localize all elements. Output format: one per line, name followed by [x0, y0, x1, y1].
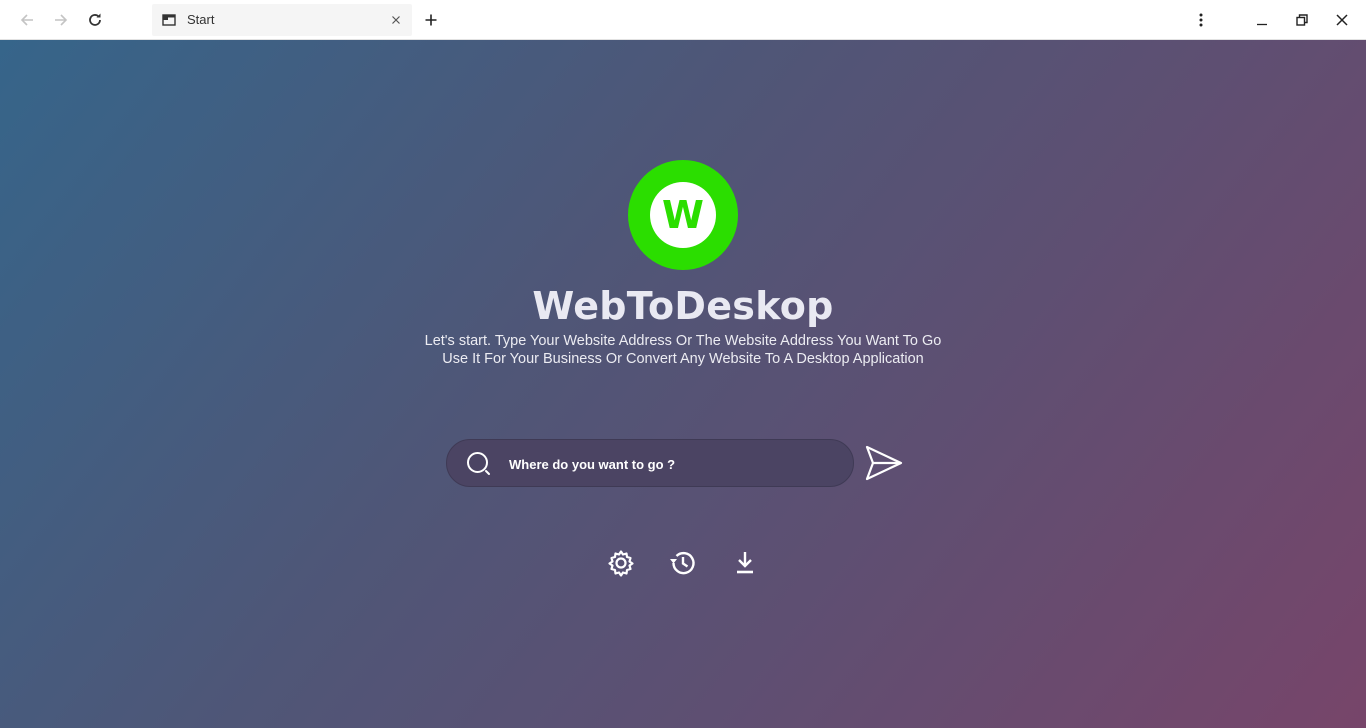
subtitle-line-2: Use It For Your Business Or Convert Any … [442, 351, 924, 367]
logo-inner-circle: W [650, 182, 716, 248]
logo-letter: W [662, 193, 704, 237]
tab-title: Start [187, 12, 215, 27]
subtitle-line-1: Let's start. Type Your Website Address O… [424, 333, 942, 349]
window-tab-icon [162, 14, 176, 26]
close-window-button[interactable] [1328, 6, 1356, 34]
tab-start[interactable]: Start [152, 4, 412, 36]
close-tab-button[interactable] [388, 12, 404, 28]
close-icon [1336, 14, 1348, 26]
downloads-button[interactable] [730, 548, 760, 578]
search-icon [467, 452, 490, 475]
gear-icon [608, 550, 634, 577]
search-input[interactable] [507, 448, 841, 480]
back-arrow-icon [20, 14, 33, 26]
minimize-button[interactable] [1248, 6, 1276, 34]
search-bar[interactable] [446, 439, 854, 487]
back-button[interactable] [13, 6, 41, 34]
forward-arrow-icon [55, 14, 68, 26]
restore-button[interactable] [1288, 6, 1316, 34]
send-icon [865, 445, 903, 481]
minimize-icon [1257, 23, 1267, 26]
settings-button[interactable] [606, 548, 636, 578]
reload-icon [89, 13, 101, 26]
new-tab-button[interactable] [417, 6, 445, 34]
kebab-menu-icon [1199, 13, 1203, 27]
go-button[interactable] [864, 444, 904, 482]
restore-icon [1296, 14, 1308, 26]
plus-icon [425, 14, 437, 26]
history-icon [670, 551, 695, 575]
reload-button[interactable] [81, 6, 109, 34]
forward-button[interactable] [47, 6, 75, 34]
browser-titlebar: Start [0, 0, 1366, 40]
browser-menu-button[interactable] [1187, 6, 1215, 34]
app-title: WebToDeskop [532, 284, 834, 328]
download-icon [737, 552, 753, 574]
start-page: W WebToDeskop Let's start. Type Your Web… [0, 40, 1366, 728]
app-logo: W [628, 160, 738, 270]
history-button[interactable] [668, 548, 698, 578]
close-icon [392, 16, 400, 24]
